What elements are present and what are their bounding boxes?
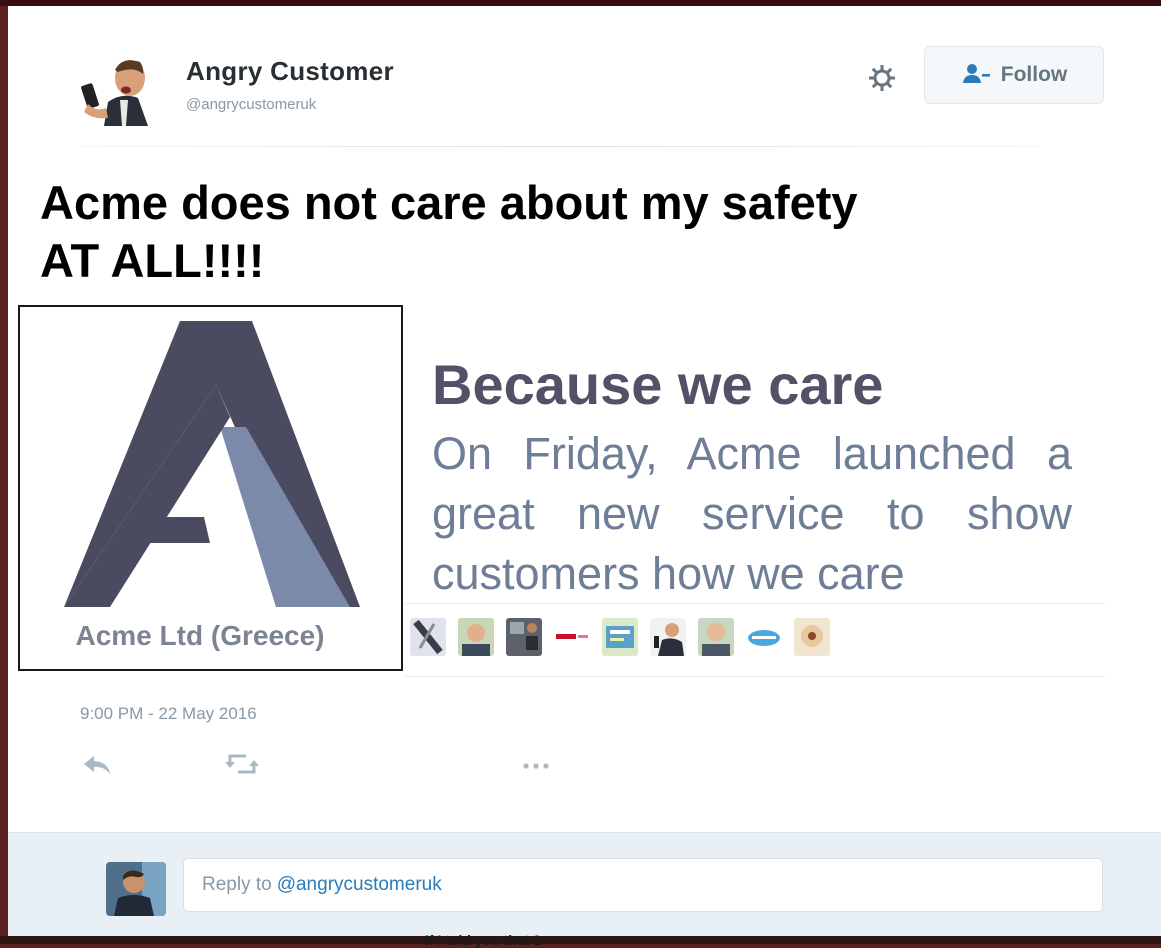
- tweet-headline: Acme does not care about my safety AT AL…: [40, 176, 858, 287]
- reply-input[interactable]: Reply to @angrycustomeruk: [183, 858, 1103, 912]
- retweet-icon[interactable]: [222, 750, 262, 778]
- reply-mention: @angrycustomeruk: [276, 874, 442, 895]
- liker-avatar[interactable]: [602, 618, 638, 656]
- acme-logo-box: [18, 305, 403, 671]
- liker-avatar[interactable]: [794, 618, 830, 656]
- divider: [405, 676, 1105, 677]
- follow-button-label: Follow: [1000, 63, 1068, 86]
- background-text-peek: If I told you that 2: [425, 932, 541, 948]
- liker-avatar[interactable]: [458, 618, 494, 656]
- liker-avatar[interactable]: [650, 618, 686, 656]
- more-dots-icon[interactable]: [518, 750, 558, 778]
- likers-avatar-row: [410, 618, 830, 660]
- acme-logo: [64, 321, 360, 607]
- user-avatar[interactable]: [74, 48, 170, 126]
- liker-avatar[interactable]: [410, 618, 446, 656]
- user-handle[interactable]: @angrycustomeruk: [186, 96, 316, 113]
- tweet-timestamp[interactable]: 9:00 PM - 22 May 2016: [80, 704, 257, 724]
- promo-body: On Friday, Acme launched a great new ser…: [432, 428, 1072, 599]
- current-user-avatar: [106, 862, 166, 916]
- liker-avatar[interactable]: [746, 618, 782, 656]
- reply-arrow-icon[interactable]: [80, 750, 120, 778]
- background-strip: If I told you that 2: [0, 932, 1161, 948]
- liker-avatar[interactable]: [506, 618, 542, 656]
- promo-title: Because we care: [432, 353, 884, 416]
- liker-avatar[interactable]: [554, 618, 590, 656]
- reply-prefix: Reply to: [202, 874, 272, 895]
- logo-caption: Acme Ltd (Greece): [75, 620, 325, 651]
- user-plus-icon: [961, 62, 991, 89]
- follow-button[interactable]: Follow: [924, 46, 1104, 104]
- user-display-name[interactable]: Angry Customer: [186, 56, 394, 87]
- divider: [405, 603, 1105, 604]
- gear-icon[interactable]: [866, 62, 898, 94]
- divider: [80, 146, 1040, 147]
- liker-avatar[interactable]: [698, 618, 734, 656]
